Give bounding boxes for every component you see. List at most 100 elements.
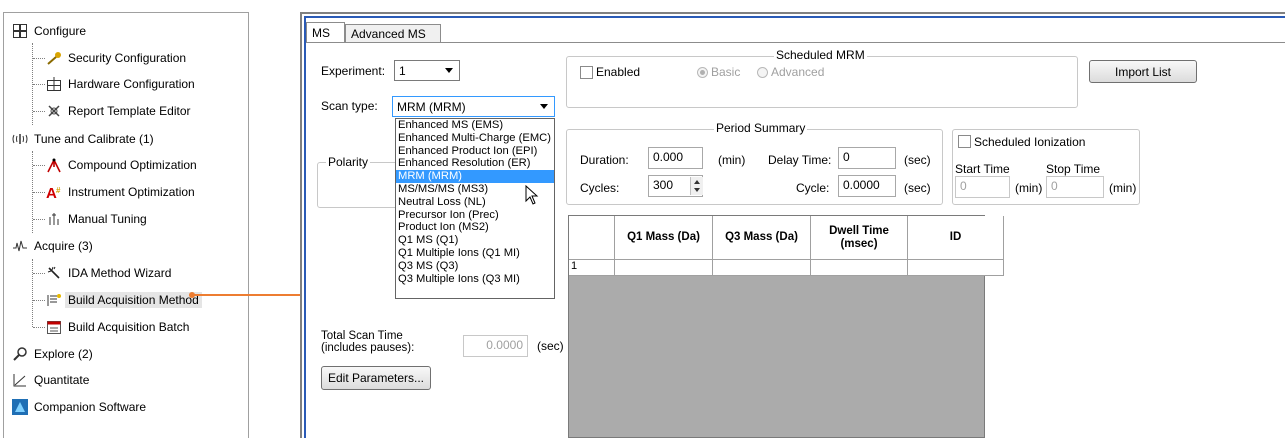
tree-connector <box>33 84 45 85</box>
scan-type-option[interactable]: Precursor Ion (Prec) <box>396 209 554 222</box>
tab-label: Advanced MS <box>351 26 426 41</box>
start-time-unit: (min) <box>1015 181 1043 195</box>
nav-item-tune-and-calibrate[interactable]: Tune and Calibrate (1) <box>12 129 154 149</box>
cycles-spinner[interactable] <box>690 177 703 195</box>
nav-item-label: Hardware Configuration <box>68 77 195 91</box>
tree-connector <box>33 111 45 112</box>
compound-optimization-icon <box>46 157 62 173</box>
nav-item-instrument-optimization[interactable]: A # Instrument Optimization <box>46 182 195 202</box>
grid-header-corner[interactable] <box>569 216 615 260</box>
nav-item-companion-software[interactable]: Companion Software <box>12 397 146 417</box>
duration-label: Duration: <box>580 153 629 167</box>
scheduled-mrm-title: Scheduled MRM <box>774 48 867 62</box>
tab-ms[interactable]: MS <box>306 22 345 42</box>
nav-item-quantitate[interactable]: Quantitate <box>12 370 89 390</box>
cycles-label: Cycles: <box>580 181 620 195</box>
spinner-arrows-icon <box>694 180 700 192</box>
grid-header-dwell-time[interactable]: Dwell Time (msec) <box>811 216 908 260</box>
scan-type-option[interactable]: Enhanced Multi-Charge (EMC) <box>396 132 554 145</box>
scheduled-ionization-checkbox[interactable] <box>958 135 971 148</box>
advanced-label: Advanced <box>771 65 825 79</box>
scan-type-option[interactable]: Q3 MS (Q3) <box>396 260 554 273</box>
scan-type-option[interactable]: Q1 Multiple Ions (Q1 MI) <box>396 247 554 260</box>
scheduled-mrm-group <box>566 56 1078 108</box>
grid-header-q3-mass[interactable]: Q3 Mass (Da) <box>713 216 811 260</box>
grid-cell-q1-mass[interactable] <box>615 260 713 276</box>
scan-type-option[interactable]: Enhanced Resolution (ER) <box>396 157 554 170</box>
basic-radio[interactable] <box>697 67 708 78</box>
build-method-icon <box>46 292 62 308</box>
nav-item-ida-method-wizard[interactable]: IDA Method Wizard <box>46 263 171 283</box>
nav-item-hardware-configuration[interactable]: Hardware Configuration <box>46 74 195 94</box>
magnifier-icon <box>12 346 28 362</box>
scan-type-option[interactable]: Enhanced Product Ion (EPI) <box>396 145 554 158</box>
total-scan-time-label-line: (includes pauses): <box>321 342 415 354</box>
import-list-button[interactable]: Import List <box>1089 60 1197 83</box>
period-summary-title: Period Summary <box>714 121 808 135</box>
total-scan-time-label-line: Total Scan Time <box>321 330 403 342</box>
cycle-unit: (sec) <box>904 181 931 195</box>
cycle-field: 0.0000 <box>838 175 896 197</box>
scan-type-option[interactable]: Enhanced MS (EMS) <box>396 119 554 132</box>
experiment-combo[interactable]: 1 <box>394 60 460 81</box>
manual-tuning-icon <box>46 211 62 227</box>
instrument-optimization-icon: A # <box>46 184 62 202</box>
nav-item-configure[interactable]: Configure <box>12 21 86 41</box>
nav-item-compound-optimization[interactable]: Compound Optimization <box>46 155 197 175</box>
cycle-label: Cycle: <box>796 181 830 195</box>
total-scan-time-unit: (sec) <box>537 339 564 353</box>
nav-item-label: Tune and Calibrate (1) <box>34 132 154 146</box>
nav-item-build-acquisition-batch[interactable]: Build Acquisition Batch <box>46 317 189 337</box>
key-icon <box>46 50 62 66</box>
grid-cell-id[interactable] <box>908 260 1004 276</box>
grid-cell-dwell-time[interactable] <box>811 260 908 276</box>
grid-header-q1-mass[interactable]: Q1 Mass (Da) <box>615 216 713 260</box>
scheduled-ionization-label: Scheduled Ionization <box>974 135 1086 149</box>
polarity-label: Polarity <box>326 155 371 169</box>
start-time-label: Start Time <box>955 162 1010 176</box>
nav-item-build-acquisition-method[interactable]: Build Acquisition Method <box>46 290 202 310</box>
nav-item-label: Instrument Optimization <box>68 185 195 199</box>
scan-type-combo[interactable]: MRM (MRM) <box>392 96 555 117</box>
workspace-navigation-panel: Configure Security Configuration Hardwar… <box>3 12 249 438</box>
advanced-radio[interactable] <box>757 67 768 78</box>
tab-advanced-ms[interactable]: Advanced MS <box>345 24 441 42</box>
edit-parameters-button[interactable]: Edit Parameters... <box>321 366 431 390</box>
tree-connector <box>33 58 45 59</box>
stop-time-field: 0 <box>1046 176 1104 198</box>
duration-unit: (min) <box>718 153 746 167</box>
nav-item-label: Build Acquisition Method <box>65 292 202 308</box>
delay-time-unit: (sec) <box>904 153 931 167</box>
quantitate-chart-icon <box>12 372 28 388</box>
tree-connector <box>32 259 33 327</box>
tree-connector <box>33 219 45 220</box>
grid-row-number[interactable]: 1 <box>569 260 615 276</box>
scheduled-mrm-enabled-label: Enabled <box>596 65 641 79</box>
tree-connector <box>33 192 45 193</box>
stop-time-label: Stop Time <box>1046 162 1101 176</box>
nav-item-explore[interactable]: Explore (2) <box>12 344 93 364</box>
nav-item-acquire[interactable]: Acquire (3) <box>12 236 93 256</box>
scan-type-option[interactable]: Product Ion (MS2) <box>396 221 554 234</box>
grid-icon <box>12 23 28 39</box>
scan-type-option[interactable]: Q1 MS (Q1) <box>396 234 554 247</box>
scheduled-mrm-enabled-checkbox[interactable] <box>580 66 593 79</box>
stop-time-unit: (min) <box>1109 181 1137 195</box>
report-template-icon <box>46 103 62 119</box>
duration-field[interactable]: 0.000 <box>648 147 703 169</box>
grid-cell-q3-mass[interactable] <box>713 260 811 276</box>
grid-header-id[interactable]: ID <box>908 216 1004 260</box>
scan-type-option-selected[interactable]: MRM (MRM) <box>396 170 554 183</box>
delay-time-field[interactable]: 0 <box>838 147 896 169</box>
nav-item-security-configuration[interactable]: Security Configuration <box>46 48 186 68</box>
nav-item-manual-tuning[interactable]: Manual Tuning <box>46 209 147 229</box>
nav-item-label: Report Template Editor <box>68 104 191 118</box>
nav-item-label: IDA Method Wizard <box>68 266 172 280</box>
wizard-wand-icon <box>46 265 62 281</box>
tune-icon <box>12 131 28 147</box>
nav-item-report-template-editor[interactable]: Report Template Editor <box>46 101 191 121</box>
scan-type-option[interactable]: Q3 Multiple Ions (Q3 MI) <box>396 273 554 286</box>
chevron-down-icon <box>445 68 453 73</box>
tab-label: MS <box>312 25 330 40</box>
nav-item-label: Security Configuration <box>68 51 187 65</box>
